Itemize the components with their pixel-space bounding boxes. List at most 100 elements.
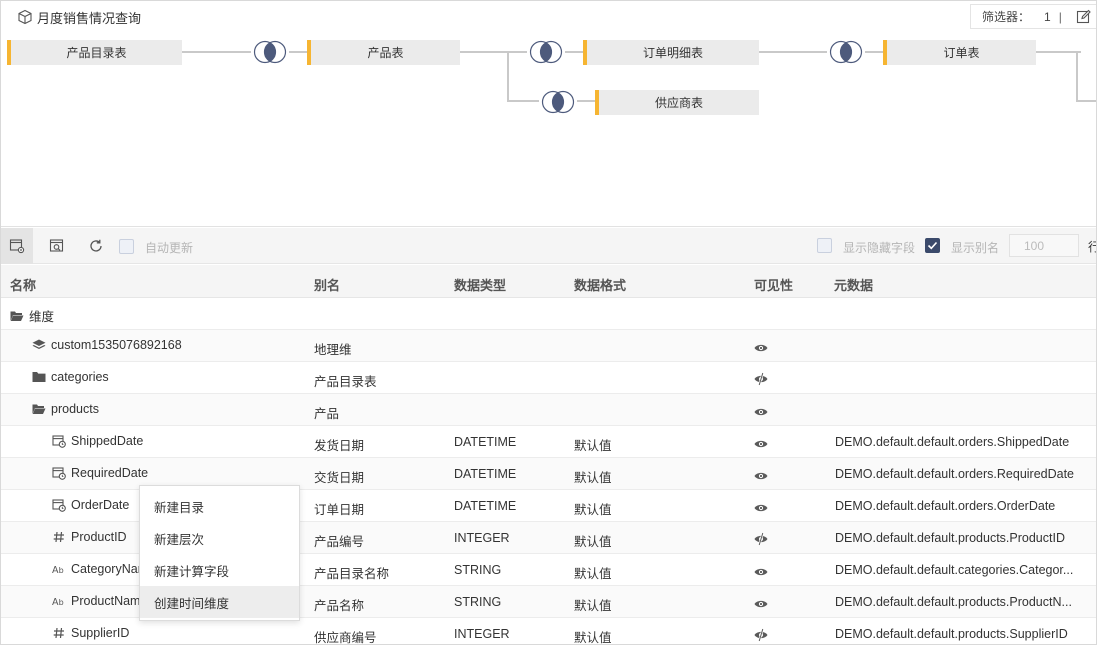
- hash-icon: [52, 530, 66, 544]
- folder-icon: [32, 370, 46, 384]
- row-limit-input[interactable]: [1009, 234, 1079, 257]
- folder-open-icon: [10, 309, 24, 323]
- filter-count: 1: [1044, 9, 1051, 24]
- field-name-cell[interactable]: RequiredDate: [52, 466, 148, 480]
- field-metadata: DEMO.default.default.orders.OrderDate: [835, 499, 1056, 513]
- auto-update-checkbox[interactable]: [119, 239, 134, 254]
- field-name: 维度: [29, 310, 55, 324]
- field-alias: 订单日期: [314, 503, 365, 517]
- header-alias[interactable]: 别名: [314, 275, 340, 294]
- field-name-cell[interactable]: categories: [32, 370, 109, 384]
- join-line: [507, 51, 509, 102]
- table-row[interactable]: categories 产品目录表: [1, 362, 1096, 394]
- table-row[interactable]: ShippedDate 发货日期 DATETIME 默认值 DEMO.default.d…: [1, 426, 1096, 458]
- table-node-suppliers[interactable]: 供应商表: [595, 90, 759, 115]
- field-name-cell[interactable]: custom1535076892168: [32, 338, 182, 352]
- eye-icon[interactable]: [754, 470, 768, 484]
- field-name: RequiredDate: [71, 466, 149, 480]
- layers-icon: [32, 338, 46, 352]
- preview-button[interactable]: [41, 228, 73, 264]
- menu-item-new-hierarchy[interactable]: 新建层次: [140, 522, 299, 554]
- field-alias: 地理维: [314, 343, 352, 357]
- menu-item-create-time-dimension[interactable]: 创建时间维度: [140, 586, 299, 618]
- table-row[interactable]: products 产品: [1, 394, 1096, 426]
- show-alias-checkbox[interactable]: [925, 238, 940, 253]
- menu-item-new-folder[interactable]: 新建目录: [140, 490, 299, 522]
- header-metadata[interactable]: 元数据: [834, 275, 873, 294]
- filter-label: 筛选器：: [982, 10, 1031, 24]
- checkmark-icon: [927, 241, 938, 250]
- eye-slash-icon[interactable]: [754, 532, 768, 549]
- text-ab-icon: Ab: [52, 562, 66, 576]
- menu-item-new-calculated-field[interactable]: 新建计算字段: [140, 554, 299, 586]
- field-metadata: DEMO.default.default.orders.RequiredDate: [835, 467, 1075, 481]
- context-menu: 新建目录 新建层次 新建计算字段 创建时间维度: [139, 485, 300, 621]
- field-data-type: DATETIME: [454, 467, 517, 481]
- inner-join-icon[interactable]: [251, 40, 289, 64]
- show-alias-label: 显示别名: [951, 241, 1000, 255]
- header-name[interactable]: 名称: [10, 275, 36, 294]
- table-node-product-catalog[interactable]: 产品目录表: [7, 40, 182, 65]
- table-node-orders[interactable]: 订单表: [883, 40, 1036, 65]
- join-line: [1076, 100, 1096, 102]
- inner-join-icon[interactable]: [527, 40, 565, 64]
- header-data-type[interactable]: 数据类型: [454, 275, 506, 294]
- table-row[interactable]: SupplierID 供应商编号 INTEGER 默认值 DEMO.default.de…: [1, 618, 1096, 645]
- field-name: ProductID: [71, 530, 127, 544]
- eye-icon[interactable]: [754, 438, 768, 452]
- eye-icon[interactable]: [754, 566, 768, 580]
- field-data-type: STRING: [454, 595, 502, 609]
- table-node-products[interactable]: 产品表: [307, 40, 460, 65]
- eye-icon[interactable]: [754, 598, 768, 612]
- refresh-button[interactable]: [80, 228, 112, 264]
- field-toolbar: 自动更新 显示隐藏字段 显示别名 行: [1, 228, 1096, 264]
- field-metadata: DEMO.default.default.products.SupplierID: [835, 627, 1068, 641]
- refresh-icon: [90, 239, 102, 252]
- field-name-cell[interactable]: Ab ProductNam: [52, 594, 140, 608]
- table-node-order-details[interactable]: 订单明细表: [583, 40, 759, 65]
- field-name-cell[interactable]: SupplierID: [52, 626, 129, 640]
- field-settings-button[interactable]: [1, 228, 33, 264]
- field-name-cell[interactable]: OrderDate: [52, 498, 129, 512]
- text-ab-icon: Ab: [52, 594, 66, 608]
- auto-update-label: 自动更新: [145, 241, 194, 255]
- eye-slash-icon[interactable]: [754, 372, 768, 389]
- row-limit-suffix: 行: [1088, 238, 1096, 255]
- inner-join-icon[interactable]: [539, 90, 577, 114]
- show-hidden-fields-checkbox[interactable]: [817, 238, 832, 253]
- eye-icon[interactable]: [754, 502, 768, 516]
- field-data-format: 默认值: [574, 631, 612, 645]
- join-line: [1036, 51, 1081, 53]
- edit-icon[interactable]: [1076, 9, 1091, 24]
- cube-icon: [17, 9, 33, 25]
- header-data-format[interactable]: 数据格式: [574, 275, 626, 294]
- field-alias: 供应商编号: [314, 631, 377, 645]
- join-line: [1076, 51, 1078, 102]
- field-name-cell[interactable]: Ab CategoryNar: [52, 562, 142, 576]
- filter-separator: |: [1058, 9, 1062, 24]
- filter-box[interactable]: 筛选器： 1 |: [970, 4, 1096, 29]
- show-hidden-fields-label: 显示隐藏字段: [843, 241, 916, 255]
- header-visibility[interactable]: 可见性: [754, 275, 793, 294]
- field-name: categories: [51, 370, 109, 384]
- inner-join-icon[interactable]: [827, 40, 865, 64]
- field-alias: 发货日期: [314, 439, 365, 453]
- field-name-cell[interactable]: products: [32, 402, 99, 416]
- model-window: 月度销售情况查询 筛选器： 1 | 产品目录表 产品表 订单明细表 订单表 供应…: [0, 0, 1097, 645]
- eye-slash-icon[interactable]: [754, 628, 768, 644]
- eye-icon[interactable]: [754, 342, 768, 356]
- field-name-cell[interactable]: ProductID: [52, 530, 127, 544]
- eye-icon[interactable]: [754, 406, 768, 420]
- field-data-type: DATETIME: [454, 499, 517, 513]
- svg-text:b: b: [59, 598, 64, 607]
- model-canvas[interactable]: 月度销售情况查询 筛选器： 1 | 产品目录表 产品表 订单明细表 订单表 供应…: [1, 1, 1096, 227]
- table-row[interactable]: 维度: [1, 298, 1096, 330]
- svg-text:b: b: [59, 566, 64, 575]
- field-data-format: 默认值: [574, 599, 612, 613]
- table-row[interactable]: custom1535076892168 地理维: [1, 330, 1096, 362]
- field-name-cell[interactable]: ShippedDate: [52, 434, 143, 448]
- field-name-cell[interactable]: 维度: [10, 306, 54, 325]
- field-metadata: DEMO.default.default.products.ProductID: [835, 531, 1065, 545]
- field-name: ProductNam: [71, 594, 141, 608]
- field-alias: 产品目录名称: [314, 567, 390, 581]
